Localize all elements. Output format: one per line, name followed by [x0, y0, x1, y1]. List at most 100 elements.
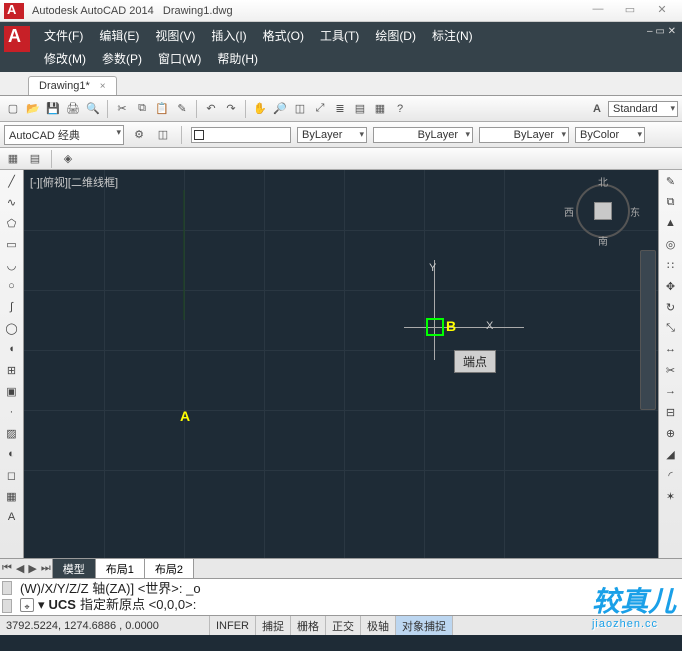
- chamfer-icon[interactable]: ◢: [662, 445, 680, 463]
- cut-icon[interactable]: ✂: [113, 100, 131, 118]
- erase-icon[interactable]: ✎: [662, 172, 680, 190]
- stretch-icon[interactable]: ↔: [662, 340, 680, 358]
- new-icon[interactable]: ▢: [4, 100, 22, 118]
- copy-icon[interactable]: ⧉: [133, 100, 151, 118]
- point-icon[interactable]: ·: [3, 403, 21, 421]
- status-ortho[interactable]: 正交: [326, 616, 361, 635]
- workspace-combo[interactable]: AutoCAD 经典: [4, 125, 124, 145]
- close-button[interactable]: ✕: [650, 3, 674, 19]
- menu-insert[interactable]: 插入(I): [203, 24, 254, 47]
- menu-tools[interactable]: 工具(T): [312, 24, 367, 47]
- textstyle-icon[interactable]: A: [588, 100, 606, 118]
- explode-icon[interactable]: ✶: [662, 487, 680, 505]
- preview-icon[interactable]: 🔍: [84, 100, 102, 118]
- hatch-icon[interactable]: ▨: [3, 424, 21, 442]
- prop-icon[interactable]: ≣: [331, 100, 349, 118]
- menu-help[interactable]: 帮助(H): [209, 47, 266, 70]
- menu-draw[interactable]: 绘图(D): [367, 24, 424, 47]
- doc-tab[interactable]: Drawing1* ×: [28, 76, 117, 95]
- zoom-icon[interactable]: 🔎: [271, 100, 289, 118]
- tab-layout1[interactable]: 布局1: [95, 558, 145, 580]
- gradient-icon[interactable]: ◐: [3, 445, 21, 463]
- line-icon[interactable]: ╱: [3, 172, 21, 190]
- tab-layout2[interactable]: 布局2: [144, 558, 194, 580]
- trim-icon[interactable]: ✂: [662, 361, 680, 379]
- status-grid[interactable]: 栅格: [291, 616, 326, 635]
- menu-file[interactable]: 文件(F): [36, 24, 91, 47]
- menu-format[interactable]: 格式(O): [255, 24, 312, 47]
- layerstate-icon[interactable]: ▤: [26, 150, 44, 168]
- status-snap[interactable]: 捕捉: [256, 616, 291, 635]
- fillet-icon[interactable]: ◜: [662, 466, 680, 484]
- zoom-ext-icon[interactable]: ⤢: [311, 100, 329, 118]
- join-icon[interactable]: ⊕: [662, 424, 680, 442]
- polygon-icon[interactable]: ⬠: [3, 214, 21, 232]
- tab-first-icon[interactable]: ⏮: [0, 562, 14, 575]
- navigation-bar[interactable]: [640, 250, 656, 410]
- app-menu-icon[interactable]: [4, 26, 30, 52]
- table-icon[interactable]: ▦: [3, 487, 21, 505]
- rect-icon[interactable]: ▭: [3, 235, 21, 253]
- layermgr-icon[interactable]: ▦: [4, 150, 22, 168]
- cmd-grip-icon[interactable]: [2, 599, 12, 613]
- help-icon[interactable]: ?: [391, 100, 409, 118]
- ellipse-icon[interactable]: ◯: [3, 319, 21, 337]
- move-icon[interactable]: ✥: [662, 277, 680, 295]
- tab-model[interactable]: 模型: [52, 558, 96, 580]
- scale-icon[interactable]: ⤡: [662, 319, 680, 337]
- menu-modify[interactable]: 修改(M): [36, 47, 94, 70]
- region-icon[interactable]: ◻: [3, 466, 21, 484]
- tab-prev-icon[interactable]: ◀: [14, 562, 26, 575]
- gear-icon[interactable]: ⚙: [130, 126, 148, 144]
- offset-icon[interactable]: ◎: [662, 235, 680, 253]
- open-icon[interactable]: 📂: [24, 100, 42, 118]
- style-combo[interactable]: Standard: [608, 101, 678, 117]
- lineweight-combo[interactable]: ByLayer: [479, 127, 569, 143]
- text-icon[interactable]: A: [3, 508, 21, 526]
- block-icon[interactable]: ▣: [3, 382, 21, 400]
- sheet-icon[interactable]: ▤: [351, 100, 369, 118]
- ws-settings-icon[interactable]: ◫: [154, 126, 172, 144]
- close-icon[interactable]: ×: [100, 81, 106, 92]
- circle-icon[interactable]: ○: [3, 277, 21, 295]
- tab-next-icon[interactable]: ▶: [26, 562, 38, 575]
- match-icon[interactable]: ✎: [173, 100, 191, 118]
- linetype-combo[interactable]: ByLayer: [373, 127, 473, 143]
- coordinates-readout[interactable]: 3792.5224, 1274.6886 , 0.0000: [0, 616, 210, 635]
- menu-dim[interactable]: 标注(N): [424, 24, 481, 47]
- status-polar[interactable]: 极轴: [361, 616, 396, 635]
- save-icon[interactable]: 💾: [44, 100, 62, 118]
- tool-icon[interactable]: ▦: [371, 100, 389, 118]
- pline-icon[interactable]: ∿: [3, 193, 21, 211]
- spline-icon[interactable]: ∫: [3, 298, 21, 316]
- tab-last-icon[interactable]: ⏭: [39, 562, 53, 575]
- paste-icon[interactable]: 📋: [153, 100, 171, 118]
- rotate-icon[interactable]: ↻: [662, 298, 680, 316]
- minimize-button[interactable]: —: [586, 3, 610, 19]
- zoom-win-icon[interactable]: ◫: [291, 100, 309, 118]
- array-icon[interactable]: ∷: [662, 256, 680, 274]
- mdi-controls[interactable]: – ▭ ✕: [647, 26, 676, 37]
- maximize-button[interactable]: ▭: [618, 3, 642, 19]
- view-cube[interactable]: 北 南 东 西: [570, 178, 636, 244]
- undo-icon[interactable]: ↶: [202, 100, 220, 118]
- arc-icon[interactable]: ◡: [3, 256, 21, 274]
- insert-icon[interactable]: ⊞: [3, 361, 21, 379]
- drawing-canvas[interactable]: [-][俯视][二维线框] A B X Y 端点 北 南 东 西: [24, 170, 658, 558]
- mirror-icon[interactable]: ▲: [662, 214, 680, 232]
- cmd-grip-icon[interactable]: [2, 581, 12, 595]
- layeriso-icon[interactable]: ◈: [59, 150, 77, 168]
- menu-window[interactable]: 窗口(W): [150, 47, 209, 70]
- status-osnap[interactable]: 对象捕捉: [396, 616, 453, 635]
- redo-icon[interactable]: ↷: [222, 100, 240, 118]
- menu-view[interactable]: 视图(V): [147, 24, 203, 47]
- ellipsearc-icon[interactable]: ◖: [3, 340, 21, 358]
- pan-icon[interactable]: ✋: [251, 100, 269, 118]
- menu-edit[interactable]: 编辑(E): [91, 24, 147, 47]
- layer-combo[interactable]: ByLayer: [297, 127, 367, 143]
- print-icon[interactable]: 🖨: [64, 100, 82, 118]
- extend-icon[interactable]: →: [662, 382, 680, 400]
- plotstyle-combo[interactable]: ByColor: [575, 127, 645, 143]
- copy2-icon[interactable]: ⧉: [662, 193, 680, 211]
- status-infer[interactable]: INFER: [210, 616, 256, 635]
